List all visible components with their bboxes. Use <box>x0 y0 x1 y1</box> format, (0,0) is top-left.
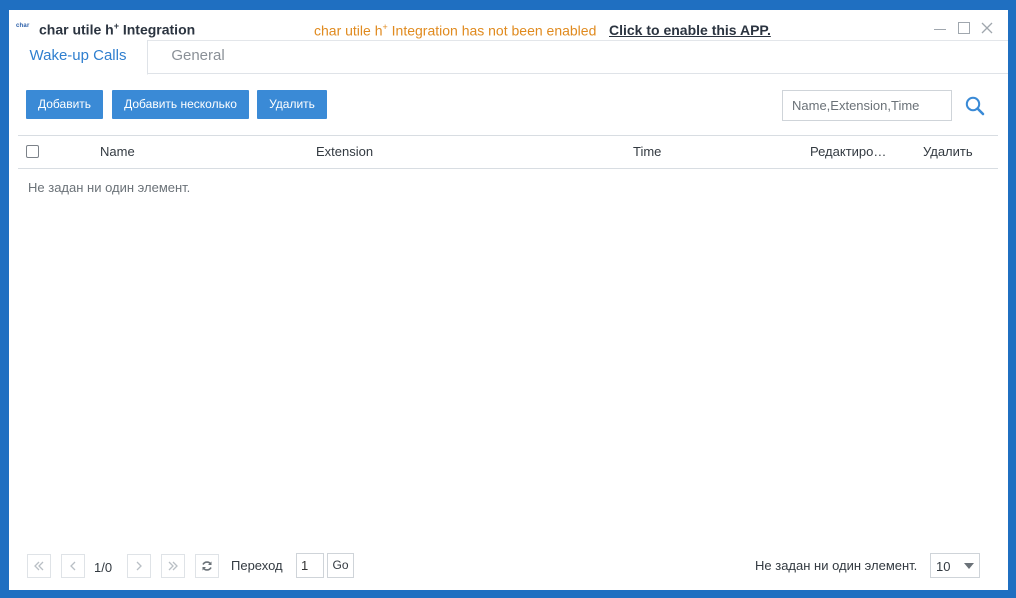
column-edit: Редактиро… <box>810 144 887 159</box>
tab-wake-up-calls[interactable]: Wake-up Calls <box>9 40 148 75</box>
last-page-button[interactable] <box>161 554 185 578</box>
search-icon[interactable] <box>964 95 986 117</box>
column-name[interactable]: Name <box>100 136 135 168</box>
app-window: char char utile h+ Integration char util… <box>9 10 1008 590</box>
add-button[interactable]: Добавить <box>26 90 103 119</box>
column-extension[interactable]: Extension <box>316 136 373 168</box>
app-logo: char <box>16 23 30 29</box>
refresh-icon[interactable] <box>195 554 219 578</box>
total-items-text: Не задан ни один элемент. <box>755 558 918 573</box>
tab-bar: Wake-up Calls General <box>9 40 1008 75</box>
add-multiple-button[interactable]: Добавить несколько <box>112 90 249 119</box>
page-info: 1/0 <box>94 560 113 575</box>
select-all-checkbox[interactable] <box>26 145 39 158</box>
tab-general[interactable]: General <box>148 40 248 74</box>
table-header: Name Extension Time Редактиро… Удалить <box>18 135 998 169</box>
prev-page-button[interactable] <box>61 554 85 578</box>
page-size-select[interactable]: 10 <box>930 553 980 578</box>
chevron-down-icon <box>964 563 974 569</box>
goto-page-input[interactable] <box>296 553 324 578</box>
empty-table-message: Не задан ни один элемент. <box>28 180 191 195</box>
goto-label: Переход <box>231 558 283 573</box>
page-size-value: 10 <box>936 559 951 574</box>
first-page-button[interactable] <box>27 554 51 578</box>
delete-button[interactable]: Удалить <box>257 90 327 119</box>
title-bar: char char utile h+ Integration char util… <box>9 10 1008 40</box>
minimize-icon[interactable] <box>932 20 948 36</box>
app-title: char utile h+ Integration <box>39 21 196 38</box>
enable-app-link[interactable]: Click to enable this APP. <box>609 22 771 38</box>
search-input[interactable] <box>782 90 952 121</box>
column-time[interactable]: Time <box>633 136 661 168</box>
maximize-icon[interactable] <box>956 20 972 36</box>
go-button[interactable]: Go <box>327 553 354 578</box>
not-enabled-notice: char utile h+ Integration has not been e… <box>314 22 597 39</box>
next-page-button[interactable] <box>127 554 151 578</box>
column-delete: Удалить <box>923 144 973 159</box>
close-icon[interactable] <box>979 20 995 36</box>
